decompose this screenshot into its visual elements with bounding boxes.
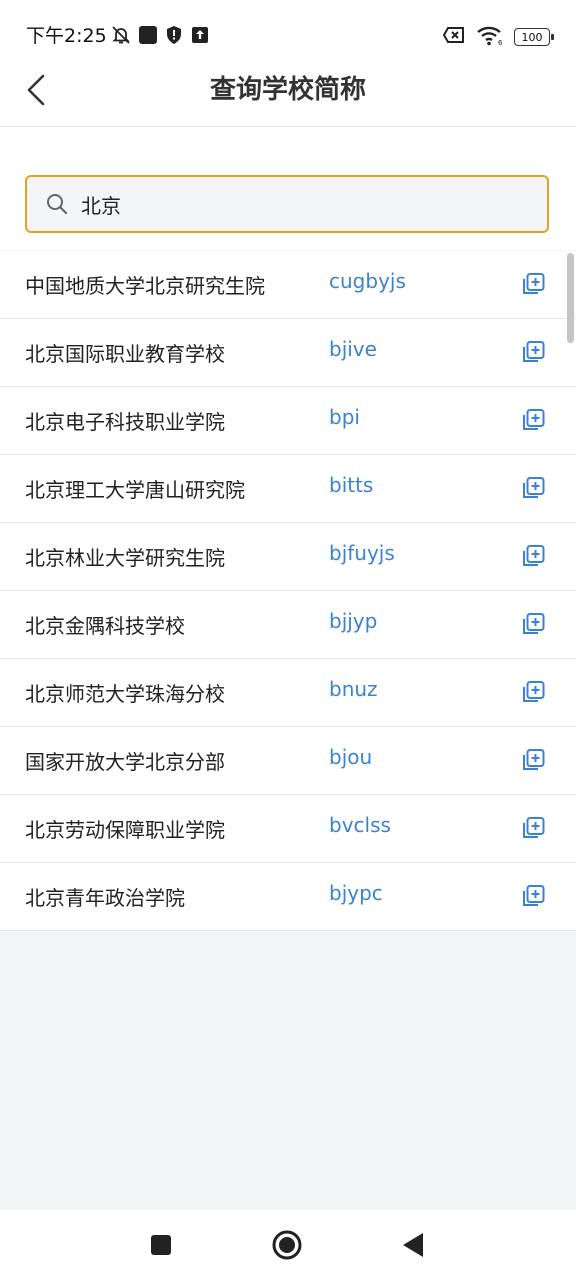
school-abbr: bnuz (329, 677, 378, 701)
wifi-icon: 6 (476, 24, 504, 50)
copy-add-icon (523, 273, 545, 294)
status-bar: 下午2:25 6 100 (0, 0, 576, 60)
school-abbr: cugbyjs (329, 269, 406, 293)
school-name: 北京金隅科技学校 (25, 614, 185, 638)
svg-text:6: 6 (498, 39, 503, 46)
school-abbr: bitts (329, 473, 374, 497)
back-nav-button[interactable] (396, 1228, 430, 1262)
add-button[interactable] (518, 337, 548, 367)
upload-icon (190, 25, 210, 49)
search-box[interactable] (25, 175, 549, 233)
school-name: 北京理工大学唐山研究院 (25, 478, 245, 502)
copy-add-icon (523, 681, 545, 702)
square-icon (138, 25, 158, 49)
navigation-bar (0, 1210, 576, 1280)
result-list: 中国地质大学北京研究生院 cugbyjs 北京国际职业教育学校 bjive 北京… (0, 251, 576, 931)
add-button[interactable] (518, 609, 548, 639)
list-item[interactable]: 北京师范大学珠海分校 bnuz (0, 659, 576, 727)
copy-add-icon (523, 749, 545, 770)
school-abbr: bjfuyjs (329, 541, 395, 565)
school-abbr: bjou (329, 745, 373, 769)
school-name: 北京劳动保障职业学院 (25, 818, 225, 842)
copy-add-icon (523, 613, 545, 634)
copy-add-icon (523, 477, 545, 498)
school-name: 北京青年政治学院 (25, 886, 185, 910)
copy-add-icon (523, 817, 545, 838)
add-button[interactable] (518, 813, 548, 843)
list-item[interactable]: 北京青年政治学院 bjypc (0, 863, 576, 931)
list-item[interactable]: 北京林业大学研究生院 bjfuyjs (0, 523, 576, 591)
school-name: 北京师范大学珠海分校 (25, 682, 225, 706)
add-button[interactable] (518, 269, 548, 299)
search-icon (45, 192, 69, 216)
status-left-icons (110, 24, 210, 50)
home-circle-icon (272, 1230, 302, 1260)
school-abbr: bjypc (329, 881, 383, 905)
app-bar: 查询学校简称 (0, 60, 576, 127)
triangle-back-icon (403, 1233, 423, 1257)
school-abbr: bpi (329, 405, 360, 429)
copy-add-icon (523, 885, 545, 906)
search-area (0, 127, 576, 250)
scrollbar[interactable] (567, 253, 574, 343)
school-name: 北京电子科技职业学院 (25, 410, 225, 434)
copy-add-icon (523, 409, 545, 430)
copy-add-icon (523, 341, 545, 362)
search-input[interactable] (79, 183, 547, 225)
list-item[interactable]: 北京劳动保障职业学院 bvclss (0, 795, 576, 863)
bell-muted-icon (110, 24, 132, 50)
shield-icon (164, 25, 184, 49)
page-title: 查询学校简称 (209, 75, 366, 105)
status-right-icons: 6 100 (442, 24, 554, 50)
add-button[interactable] (518, 677, 548, 707)
add-button[interactable] (518, 541, 548, 571)
school-name: 北京林业大学研究生院 (25, 546, 225, 570)
school-abbr: bjive (329, 337, 377, 361)
add-button[interactable] (518, 745, 548, 775)
list-item[interactable]: 中国地质大学北京研究生院 cugbyjs (0, 251, 576, 319)
recents-button[interactable] (144, 1228, 178, 1262)
school-abbr: bjjyp (329, 609, 378, 633)
school-name: 国家开放大学北京分部 (25, 750, 225, 774)
list-item[interactable]: 北京金隅科技学校 bjjyp (0, 591, 576, 659)
list-item[interactable]: 北京国际职业教育学校 bjive (0, 319, 576, 387)
list-item[interactable]: 北京理工大学唐山研究院 bitts (0, 455, 576, 523)
list-item[interactable]: 国家开放大学北京分部 bjou (0, 727, 576, 795)
school-abbr: bvclss (329, 813, 391, 837)
school-name: 北京国际职业教育学校 (25, 342, 225, 366)
school-name: 中国地质大学北京研究生院 (25, 274, 265, 298)
list-item[interactable]: 北京电子科技职业学院 bpi (0, 387, 576, 455)
square-icon (151, 1235, 171, 1255)
add-button[interactable] (518, 473, 548, 503)
add-button[interactable] (518, 881, 548, 911)
battery-icon: 100 (514, 28, 554, 46)
status-time: 下午2:25 (26, 25, 107, 47)
add-button[interactable] (518, 405, 548, 435)
copy-add-icon (523, 545, 545, 566)
home-button[interactable] (270, 1228, 304, 1262)
sim-x-icon (442, 25, 466, 49)
